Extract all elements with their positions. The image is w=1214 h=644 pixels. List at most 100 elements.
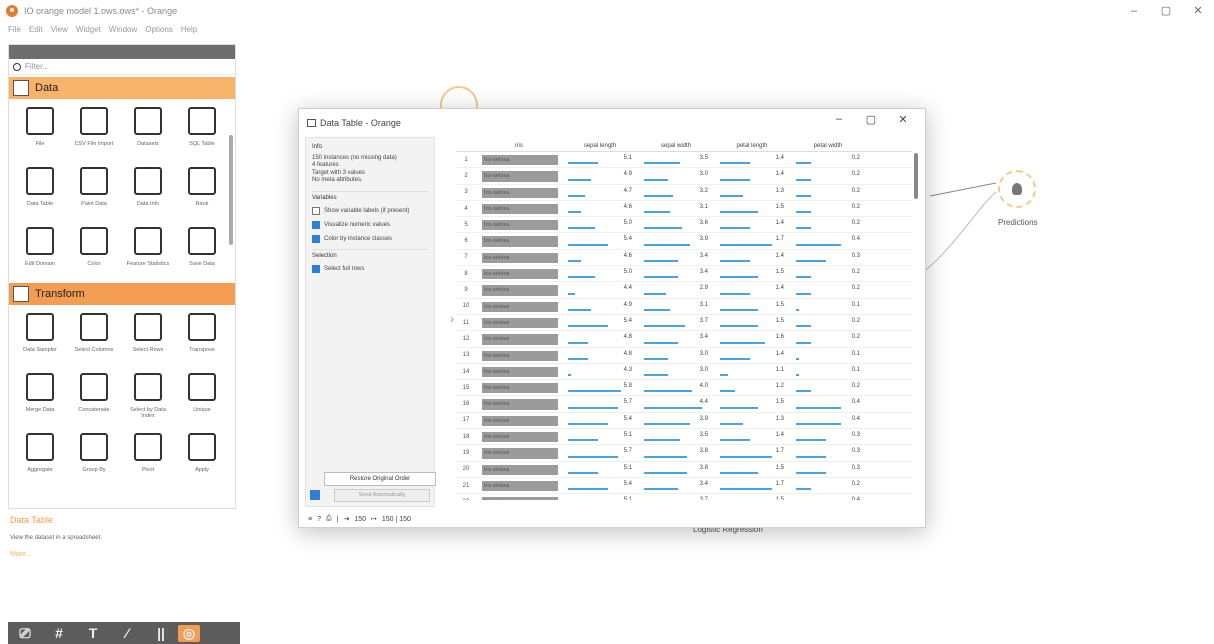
numeric-cell: 5.4: [562, 233, 638, 248]
color-by-class-checkbox[interactable]: Color by instance classes: [312, 234, 428, 243]
column-header[interactable]: petal width: [790, 140, 866, 151]
numeric-cell: 5.7: [562, 445, 638, 460]
value-bar: [568, 178, 591, 181]
row-index: 14: [462, 368, 470, 375]
table-row[interactable]: 13 Iris-setosa 4.8 3.0 1.4 0.1: [456, 348, 912, 364]
value-bar: [644, 357, 668, 360]
report-icon[interactable]: ⎙: [326, 515, 332, 523]
numeric-cell: 4.9: [562, 168, 638, 183]
row-index: 2: [464, 172, 468, 179]
table-row[interactable]: 1 Iris-setosa 5.1 3.5 1.4 0.2: [456, 152, 912, 169]
show-labels-checkbox[interactable]: Show variable labels (if present): [312, 206, 428, 215]
table-row[interactable]: 21 Iris-setosa 5.4 3.4 1.7 0.2: [456, 478, 912, 495]
table-row[interactable]: 11 Iris-setosa 5.4 3.7 1.5 0.2: [456, 315, 912, 332]
visualize-numeric-checkbox[interactable]: Visualize numeric values: [312, 220, 428, 229]
cell-value: 5.1: [624, 497, 632, 500]
value-bar: [644, 471, 687, 474]
cell-value: 1.7: [775, 236, 784, 243]
numeric-cell: 1.5: [714, 299, 790, 314]
numeric-cell: 0.2: [790, 282, 866, 297]
restore-order-button[interactable]: Restore Original Order: [324, 472, 436, 486]
selection-header: Selection: [312, 252, 337, 259]
numeric-cell: 0.4: [790, 233, 866, 248]
value-bar: [796, 276, 811, 279]
cell-value: 1.5: [775, 301, 784, 308]
collapse-panel-chevron[interactable]: ›: [450, 312, 454, 326]
predictions-icon: [1012, 183, 1022, 195]
cell-value: 4.8: [623, 350, 632, 357]
table-row[interactable]: 22 Iris-setosa 5.1 3.7 1.5 0.4: [456, 494, 912, 500]
table-row[interactable]: 18 Iris-setosa 5.1 3.5 1.4 0.3: [456, 429, 912, 446]
help-icon[interactable]: ?: [317, 516, 321, 523]
table-row[interactable]: 10 Iris-setosa 4.9 3.1 1.5 0.1: [456, 299, 912, 315]
class-value: Iris-setosa: [482, 480, 558, 492]
numeric-cell: 1.5: [714, 494, 790, 500]
value-bar: [568, 488, 608, 491]
numeric-cell: 0.2: [790, 152, 866, 167]
row-index: 12: [462, 335, 470, 342]
class-cell: Iris-setosa: [476, 185, 562, 200]
menu-icon[interactable]: ≡: [308, 516, 312, 523]
cell-value: 4.9: [623, 301, 632, 308]
value-bar: [720, 178, 750, 181]
numeric-cell: 4.3: [562, 364, 638, 379]
checkbox-label: Select full rows: [324, 265, 365, 272]
numeric-cell: 3.0: [638, 348, 714, 363]
value-bar: [568, 390, 621, 393]
numeric-cell: 5.1: [562, 429, 638, 444]
cell-value: 1.5: [776, 497, 784, 500]
cell-value: 2.9: [699, 285, 708, 292]
value-bar: [796, 308, 799, 311]
numeric-cell: 1.4: [714, 217, 790, 232]
info-line: 4 features: [312, 162, 339, 168]
table-scrollbar[interactable]: [914, 153, 918, 199]
cell-value: 3.7: [699, 317, 708, 324]
send-automatically-button[interactable]: Send Automatically: [334, 488, 430, 502]
predictions-node[interactable]: [998, 170, 1036, 208]
cell-value: 3.6: [699, 220, 708, 227]
cell-value: 0.3: [851, 464, 860, 471]
class-cell: Iris-setosa: [476, 380, 562, 395]
column-header[interactable]: sepal length: [562, 140, 638, 151]
table-row[interactable]: 12 Iris-setosa 4.8 3.4 1.6 0.2: [456, 331, 912, 348]
table-row[interactable]: 3 Iris-setosa 4.7 3.2 1.3 0.2: [456, 185, 912, 201]
table-row[interactable]: 20 Iris-setosa 5.1 3.8 1.5 0.3: [456, 462, 912, 478]
table-row[interactable]: 8 Iris-setosa 5.0 3.4 1.5 0.2: [456, 266, 912, 283]
value-bar: [644, 292, 666, 295]
column-header[interactable]: sepal width: [638, 140, 714, 151]
class-cell: Iris-setosa: [476, 494, 562, 500]
numeric-cell: 3.4: [638, 331, 714, 346]
checkbox-label: Visualize numeric values: [324, 221, 390, 228]
table-row[interactable]: 14 Iris-setosa 4.3 3.0 1.1 0.1: [456, 364, 912, 381]
dialog-close-button[interactable]: ✕: [887, 113, 919, 126]
status-bar: ≡ ? ⎙ | ⇥ 150 ↦ 150 | 150: [308, 512, 411, 526]
dialog-minimize-button[interactable]: –: [823, 113, 855, 126]
column-header[interactable]: petal length: [714, 140, 790, 151]
auto-send-checkbox[interactable]: [310, 490, 320, 500]
numeric-cell: 3.6: [638, 217, 714, 232]
value-bar: [796, 439, 826, 442]
row-index: 9: [464, 287, 468, 294]
column-header[interactable]: iris: [476, 140, 562, 151]
table-row[interactable]: 7 Iris-setosa 4.6 3.4 1.4 0.3: [456, 250, 912, 267]
table-row[interactable]: 9 Iris-setosa 4.4 2.9 1.4 0.2: [456, 282, 912, 299]
table-row[interactable]: 2 Iris-setosa 4.9 3.0 1.4 0.2: [456, 168, 912, 185]
numeric-cell: 4.6: [562, 250, 638, 265]
table-row[interactable]: 16 Iris-setosa 5.7 4.4 1.5 0.4: [456, 396, 912, 413]
numeric-cell: 3.9: [638, 233, 714, 248]
select-full-rows-checkbox[interactable]: Select full rows: [312, 264, 428, 273]
numeric-cell: 0.4: [790, 413, 866, 428]
table-row[interactable]: 15 Iris-setosa 5.8 4.0 1.2 0.2: [456, 380, 912, 397]
table-row[interactable]: 19 Iris-setosa 5.7 3.8 1.7 0.3: [456, 445, 912, 462]
cell-value: 0.1: [851, 366, 860, 373]
dialog-maximize-button[interactable]: ▢: [855, 113, 887, 126]
cell-value: 1.3: [775, 187, 784, 194]
value-bar: [568, 276, 595, 279]
table-row[interactable]: 6 Iris-setosa 5.4 3.9 1.7 0.4: [456, 233, 912, 250]
row-index: 13: [462, 352, 470, 359]
value-bar: [720, 227, 750, 230]
table-row[interactable]: 5 Iris-setosa 5.0 3.6 1.4 0.2: [456, 217, 912, 234]
class-value: Iris-setosa: [482, 220, 558, 231]
table-row[interactable]: 4 Iris-setosa 4.6 3.1 1.5 0.2: [456, 201, 912, 218]
table-row[interactable]: 17 Iris-setosa 5.4 3.9 1.3 0.4: [456, 413, 912, 430]
